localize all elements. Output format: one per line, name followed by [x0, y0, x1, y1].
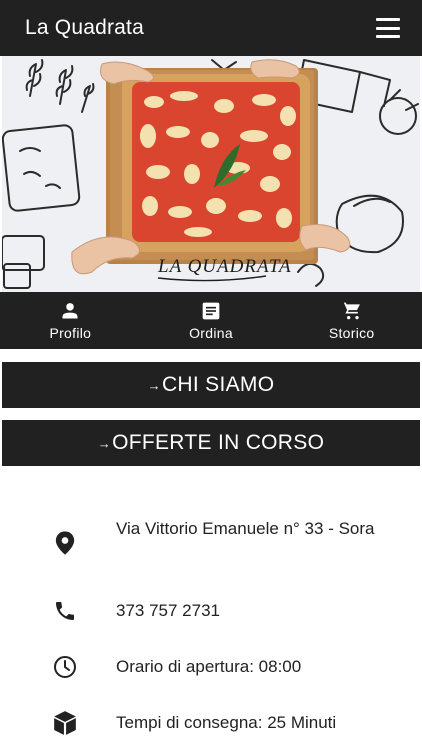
tab-storico[interactable]: Storico [281, 292, 422, 349]
tab-profilo[interactable]: Profilo [0, 292, 141, 349]
hero-logo-text: LA QUADRATA [157, 256, 292, 277]
tab-label-profilo: Profilo [49, 324, 92, 341]
hamburger-menu-icon[interactable] [376, 18, 400, 38]
arrow-right-icon: → [147, 377, 161, 393]
delivery-text: Tempi di consegna: 25 Minuti [116, 713, 337, 732]
app-bar: La Quadrata [0, 0, 422, 56]
app-screen: La Quadrata LA QUADRATA Profilo Ordina S… [0, 0, 422, 750]
hero-banner: LA QUADRATA [2, 56, 420, 292]
document-list-icon [202, 302, 220, 319]
app-title: La Quadrata [25, 16, 144, 39]
chi-siamo-button[interactable]: → CHI SIAMO [2, 362, 420, 408]
location-pin-icon [51, 529, 79, 557]
bottom-nav-tabs: Profilo Ordina Storico [0, 292, 422, 349]
chi-siamo-label: CHI SIAMO [161, 373, 275, 396]
store-info: Via Vittorio Emanuele n° 33 - Sora 373 7… [0, 467, 422, 750]
address-text: Via Vittorio Emanuele n° 33 - Sora [116, 519, 375, 538]
package-icon [51, 709, 79, 737]
phone-icon [51, 597, 79, 625]
hours-text: Orario di apertura: 08:00 [116, 657, 302, 676]
arrow-right-icon: → [97, 435, 112, 451]
offerte-label: OFFERTE IN CORSO [112, 431, 325, 454]
tab-label-storico: Storico [328, 324, 375, 341]
shopping-cart-icon [342, 302, 360, 319]
phone-text: 373 757 2731 [116, 601, 220, 620]
person-icon [62, 302, 78, 318]
hero-image: LA QUADRATA [2, 56, 420, 292]
clock-icon [51, 653, 79, 681]
tab-ordina[interactable]: Ordina [141, 292, 282, 349]
tab-label-ordina: Ordina [189, 324, 233, 341]
offerte-button[interactable]: → OFFERTE IN CORSO [2, 420, 420, 466]
